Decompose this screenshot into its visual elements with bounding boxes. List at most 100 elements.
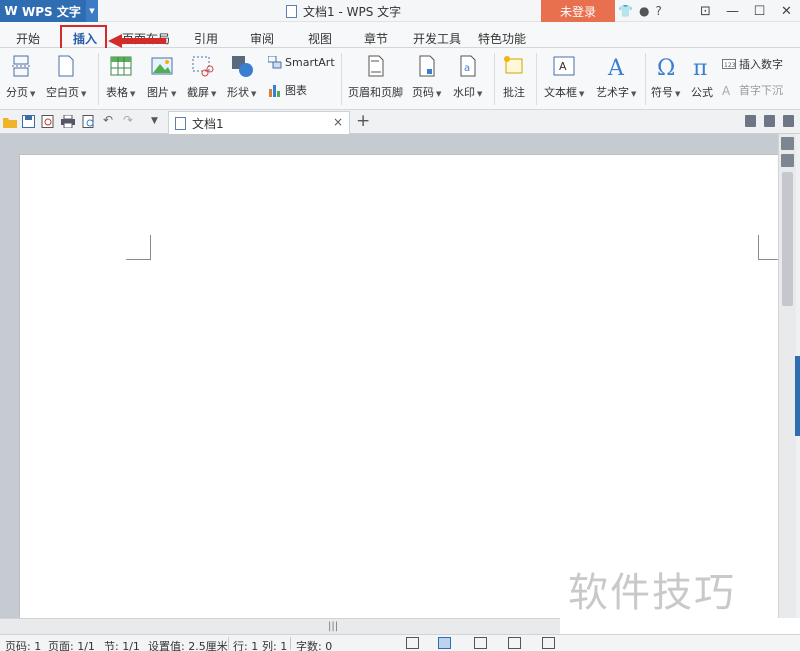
annotation-arrow-icon (108, 34, 166, 48)
document-area (0, 134, 781, 618)
insert-number-label: 插入数字 (739, 58, 783, 71)
screenshot-button[interactable]: 截屏 ▼ (187, 54, 216, 100)
tab-chapter[interactable]: 章节 (364, 30, 388, 47)
page-number-button[interactable]: 页码 ▼ (412, 54, 441, 100)
scroll-top-icon[interactable] (781, 137, 794, 150)
new-tab-button[interactable]: + (356, 111, 370, 131)
insert-ribbon: 分页 ▼ 空白页 ▼ 表格 ▼ 图片 ▼ 截屏 ▼ 形状 ▼ SmartArt 图表 页眉和… (0, 48, 800, 110)
close-icon[interactable]: ✕ (773, 0, 800, 22)
page-view-icon[interactable] (438, 637, 451, 649)
tab-special[interactable]: 特色功能 (478, 30, 526, 47)
doc-tool-icon[interactable] (783, 115, 794, 127)
symbol-label: 符号 (651, 86, 673, 99)
redo-icon[interactable]: ↷ (123, 113, 137, 127)
header-footer-button[interactable]: 页眉和页脚 (348, 54, 403, 100)
document-icon (286, 5, 297, 18)
customize-dropdown-icon[interactable]: ▼ (151, 116, 165, 129)
save-icon[interactable] (22, 115, 36, 128)
print-preview-icon[interactable] (82, 115, 96, 128)
web-view-icon[interactable] (508, 637, 521, 649)
header-footer-label: 页眉和页脚 (348, 86, 403, 99)
scissors-icon (192, 56, 214, 77)
print-icon[interactable] (61, 115, 75, 128)
tab-references[interactable]: 引用 (194, 30, 218, 47)
blank-page-icon (58, 55, 74, 77)
drop-cap-button[interactable]: A 首字下沉 (722, 82, 783, 98)
login-button[interactable]: 未登录 (541, 0, 615, 22)
ribbon-separator (341, 53, 342, 105)
skin-icon[interactable]: 👕 (618, 4, 633, 18)
ribbon-separator (98, 53, 99, 105)
close-tab-icon[interactable]: × (333, 115, 343, 129)
reading-view-icon[interactable] (542, 637, 555, 649)
formula-label: 公式 (691, 86, 713, 99)
comment-button[interactable]: 批注 (502, 54, 526, 100)
ribbon-separator (536, 53, 537, 105)
document-tab[interactable]: 文档1 × (168, 111, 350, 134)
horizontal-scrollbar[interactable]: ||| (0, 618, 560, 634)
chart-icon (269, 84, 280, 97)
picture-icon (151, 57, 173, 75)
picture-button[interactable]: 图片 ▼ (147, 54, 176, 100)
shapes-button[interactable]: 形状 ▼ (227, 54, 256, 100)
textbox-icon: A (553, 56, 575, 76)
scroll-up-icon[interactable] (781, 154, 794, 167)
doc-tool-icon[interactable] (764, 115, 775, 127)
comment-icon (504, 56, 523, 74)
restore-layout-icon[interactable]: ⊡ (692, 0, 719, 22)
scrollbar-thumb[interactable] (782, 172, 793, 306)
drop-cap-label: 首字下沉 (739, 84, 783, 97)
table-button[interactable]: 表格 ▼ (106, 54, 135, 100)
picture-label: 图片 (147, 86, 169, 99)
tab-developer[interactable]: 开发工具 (413, 30, 461, 47)
status-separator (228, 637, 229, 650)
number-icon: 123 (722, 58, 736, 69)
minimize-icon[interactable]: — (719, 0, 746, 22)
insert-number-button[interactable]: 123 插入数字 (722, 56, 783, 72)
chart-button[interactable]: 图表 (268, 82, 307, 98)
symbol-button[interactable]: Ω 符号 ▼ (651, 54, 680, 100)
tab-review[interactable]: 审阅 (250, 30, 274, 47)
shapes-label: 形状 (227, 86, 249, 99)
page-number-icon (419, 55, 435, 77)
tab-home[interactable]: 开始 (16, 30, 40, 47)
page-break-button[interactable]: 分页 ▼ (6, 54, 35, 100)
maximize-icon[interactable]: ☐ (746, 0, 773, 22)
status-position: 设置值: 2.5厘米 (148, 640, 228, 651)
scroll-grip-icon[interactable]: ||| (328, 621, 338, 632)
status-word-count[interactable]: 字数: 0 (296, 638, 332, 651)
doc-tool-icon[interactable] (745, 115, 756, 127)
help-button[interactable]: ? (655, 4, 661, 18)
wordart-button[interactable]: A 艺术字 ▼ (596, 54, 636, 100)
tab-view[interactable]: 视图 (308, 30, 332, 47)
chat-icon[interactable]: ● (639, 4, 649, 18)
status-line: 行: 1 (233, 640, 259, 651)
smartart-button[interactable]: SmartArt (268, 56, 335, 69)
status-section: 节: 1/1 (104, 640, 140, 651)
textbox-button[interactable]: A 文本框 ▼ (544, 54, 584, 100)
svg-text:π: π (693, 56, 707, 78)
smartart-label: SmartArt (285, 56, 335, 69)
watermark-button[interactable]: a 水印 ▼ (453, 54, 482, 100)
title-toolbar: 👕 ● ? (618, 0, 662, 22)
wordart-icon: A (607, 56, 625, 78)
side-panel-toggle[interactable] (795, 356, 800, 436)
vertical-scrollbar[interactable] (778, 134, 796, 618)
fullscreen-view-icon[interactable] (406, 637, 419, 649)
status-page-no[interactable]: 页码: 1 (5, 638, 41, 651)
svg-text:A: A (559, 60, 567, 73)
export-pdf-icon[interactable] (41, 115, 55, 128)
status-separator (290, 637, 291, 650)
margin-corner-right (758, 235, 780, 260)
undo-icon[interactable]: ↶ (103, 113, 117, 127)
chart-label: 图表 (285, 84, 307, 97)
formula-button[interactable]: π 公式 (690, 54, 714, 100)
open-folder-icon[interactable] (3, 115, 17, 128)
document-page[interactable] (19, 154, 781, 618)
outline-view-icon[interactable] (474, 637, 487, 649)
drop-cap-icon: A (722, 84, 731, 97)
blank-page-button[interactable]: 空白页 ▼ (46, 54, 86, 100)
chevron-down-icon[interactable]: ▼ (86, 0, 98, 22)
ribbon-separator (645, 53, 646, 105)
app-menu-button[interactable]: W WPS 文字 ▼ (0, 0, 98, 22)
